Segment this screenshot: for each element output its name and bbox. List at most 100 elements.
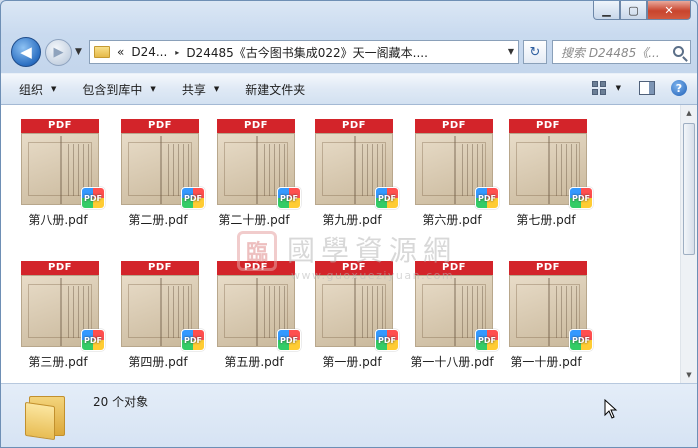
view-options-dropdown[interactable]: ▼ bbox=[616, 84, 621, 92]
pdf-app-icon: PDF bbox=[277, 187, 301, 209]
watermark-seal: 臨 bbox=[237, 231, 277, 271]
pdf-header-label: PDF bbox=[21, 261, 99, 275]
pdf-app-icon: PDF bbox=[475, 187, 499, 209]
address-dropdown-icon[interactable]: ▼ bbox=[508, 47, 514, 56]
file-name: 第七册.pdf bbox=[516, 213, 576, 227]
include-in-library-label: 包含到库中 bbox=[82, 82, 143, 97]
file-name: 第五册.pdf bbox=[224, 355, 284, 369]
folder-icon bbox=[25, 390, 69, 441]
chevron-down-icon: ▼ bbox=[51, 85, 57, 93]
file-item[interactable]: PDF PDF 第九册.pdf bbox=[303, 111, 399, 231]
watermark-title: 國學資源網 bbox=[287, 234, 458, 267]
change-view-icon[interactable] bbox=[591, 81, 608, 95]
scroll-up-icon[interactable]: ▲ bbox=[681, 105, 697, 121]
pdf-app-icon: PDF bbox=[475, 329, 499, 351]
file-item[interactable]: PDF PDF 第七册.pdf bbox=[497, 111, 593, 231]
file-item[interactable]: PDF PDF 第三册.pdf bbox=[9, 253, 105, 373]
scroll-down-icon[interactable]: ▼ bbox=[681, 367, 697, 383]
caption-buttons: ▁ ▢ ✕ bbox=[593, 1, 691, 21]
command-bar: 组织 ▼ 包含到库中 ▼ 共享 ▼ 新建文件夹 ▼ ? bbox=[1, 73, 697, 105]
breadcrumb-separator-icon[interactable]: ▸ bbox=[175, 48, 179, 57]
new-folder-label: 新建文件夹 bbox=[245, 82, 306, 97]
file-name: 第一十册.pdf bbox=[510, 355, 582, 369]
pdf-thumbnail: PDF PDF bbox=[509, 119, 593, 209]
pdf-app-icon: PDF bbox=[181, 329, 205, 351]
maximize-button[interactable]: ▢ bbox=[620, 1, 647, 20]
pdf-app-icon: PDF bbox=[375, 187, 399, 209]
scrollbar-thumb[interactable] bbox=[683, 123, 695, 255]
file-name: 第八册.pdf bbox=[28, 213, 88, 227]
file-name: 第六册.pdf bbox=[422, 213, 482, 227]
chevron-down-icon: ▼ bbox=[150, 85, 156, 93]
file-list[interactable]: PDF PDF 第八册.pdf PDF PDF 第二册.pdf PDF PDF 第二十册.pdf… bbox=[1, 105, 697, 383]
pdf-app-icon: PDF bbox=[81, 329, 105, 351]
recent-pages-dropdown[interactable]: ▼ bbox=[75, 47, 82, 57]
pdf-thumbnail: PDF PDF bbox=[509, 261, 593, 351]
file-name: 第三册.pdf bbox=[28, 355, 88, 369]
pdf-app-icon: PDF bbox=[375, 329, 399, 351]
toolbar-right-group: ▼ ? bbox=[591, 80, 687, 96]
breadcrumb-current[interactable]: D24485《古今图书集成022》天一阁藏本.... bbox=[186, 44, 428, 61]
file-name: 第二十册.pdf bbox=[218, 213, 290, 227]
pdf-header-label: PDF bbox=[415, 119, 493, 133]
include-in-library-menu[interactable]: 包含到库中 ▼ bbox=[82, 81, 155, 98]
search-icon bbox=[673, 46, 684, 57]
file-name: 第九册.pdf bbox=[322, 213, 382, 227]
details-pane: 20 个对象 bbox=[1, 383, 697, 447]
forward-button[interactable]: ▶ bbox=[45, 39, 72, 66]
pdf-thumbnail: PDF PDF bbox=[217, 119, 301, 209]
pdf-header-label: PDF bbox=[509, 261, 587, 275]
item-count: 20 个对象 bbox=[93, 395, 149, 409]
file-name: 第一十八册.pdf bbox=[410, 355, 494, 369]
file-name: 第四册.pdf bbox=[128, 355, 188, 369]
pdf-app-icon: PDF bbox=[569, 329, 593, 351]
pdf-thumbnail: PDF PDF bbox=[121, 261, 205, 351]
minimize-button[interactable]: ▁ bbox=[593, 1, 620, 20]
share-menu[interactable]: 共享 ▼ bbox=[182, 81, 219, 98]
pdf-app-icon: PDF bbox=[569, 187, 593, 209]
address-bar[interactable]: « D24... ▸ D24485《古今图书集成022》天一阁藏本.... ▼ bbox=[89, 40, 519, 64]
file-item[interactable]: PDF PDF 第八册.pdf bbox=[9, 111, 105, 231]
pdf-thumbnail: PDF PDF bbox=[315, 119, 399, 209]
watermark: 臨 國學資源網 www.guoxueziyuan.com bbox=[237, 229, 467, 289]
file-item[interactable]: PDF PDF 第四册.pdf bbox=[109, 253, 205, 373]
search-placeholder: 搜索 D24485《... bbox=[561, 45, 660, 60]
file-item[interactable]: PDF PDF 第六册.pdf bbox=[403, 111, 499, 231]
watermark-url: www.guoxueziyuan.com bbox=[291, 269, 455, 282]
pdf-thumbnail: PDF PDF bbox=[415, 119, 499, 209]
share-label: 共享 bbox=[181, 82, 206, 97]
pdf-app-icon: PDF bbox=[81, 187, 105, 209]
pdf-app-icon: PDF bbox=[181, 187, 205, 209]
pdf-header-label: PDF bbox=[315, 119, 393, 133]
preview-pane-icon[interactable] bbox=[639, 81, 655, 95]
file-item[interactable]: PDF PDF 第一十册.pdf bbox=[497, 253, 593, 373]
back-button[interactable]: ◀ bbox=[11, 37, 41, 67]
navigation-bar: ◀ ▶ ▼ « D24... ▸ D24485《古今图书集成022》天一阁藏本.… bbox=[9, 37, 691, 67]
close-button[interactable]: ✕ bbox=[647, 1, 691, 20]
new-folder-button[interactable]: 新建文件夹 bbox=[245, 81, 305, 98]
search-input[interactable]: 搜索 D24485《... bbox=[552, 40, 691, 64]
vertical-scrollbar[interactable]: ▲ ▼ bbox=[680, 105, 697, 383]
pdf-thumbnail: PDF PDF bbox=[121, 119, 205, 209]
pdf-header-label: PDF bbox=[121, 119, 199, 133]
explorer-window: ▁ ▢ ✕ ◀ ▶ ▼ « D24... ▸ D24485《古今图书集成022》… bbox=[0, 0, 698, 448]
folder-icon bbox=[94, 46, 110, 58]
organize-label: 组织 bbox=[19, 82, 44, 97]
breadcrumb-parent[interactable]: D24... bbox=[131, 45, 167, 59]
chevron-down-icon: ▼ bbox=[213, 85, 220, 93]
pdf-header-label: PDF bbox=[21, 119, 99, 133]
file-item[interactable]: PDF PDF 第二册.pdf bbox=[109, 111, 205, 231]
pdf-header-label: PDF bbox=[121, 261, 199, 275]
address-overflow-chevron[interactable]: « bbox=[117, 45, 124, 59]
file-name: 第一册.pdf bbox=[322, 355, 382, 369]
refresh-button[interactable]: ↻ bbox=[523, 40, 547, 64]
file-item[interactable]: PDF PDF 第二十册.pdf bbox=[205, 111, 301, 231]
pdf-thumbnail: PDF PDF bbox=[21, 119, 105, 209]
file-name: 第二册.pdf bbox=[128, 213, 188, 227]
pdf-header-label: PDF bbox=[509, 119, 587, 133]
organize-menu[interactable]: 组织 ▼ bbox=[19, 81, 56, 98]
pdf-thumbnail: PDF PDF bbox=[21, 261, 105, 351]
pdf-app-icon: PDF bbox=[277, 329, 301, 351]
pdf-header-label: PDF bbox=[217, 119, 295, 133]
help-icon[interactable]: ? bbox=[671, 80, 687, 96]
